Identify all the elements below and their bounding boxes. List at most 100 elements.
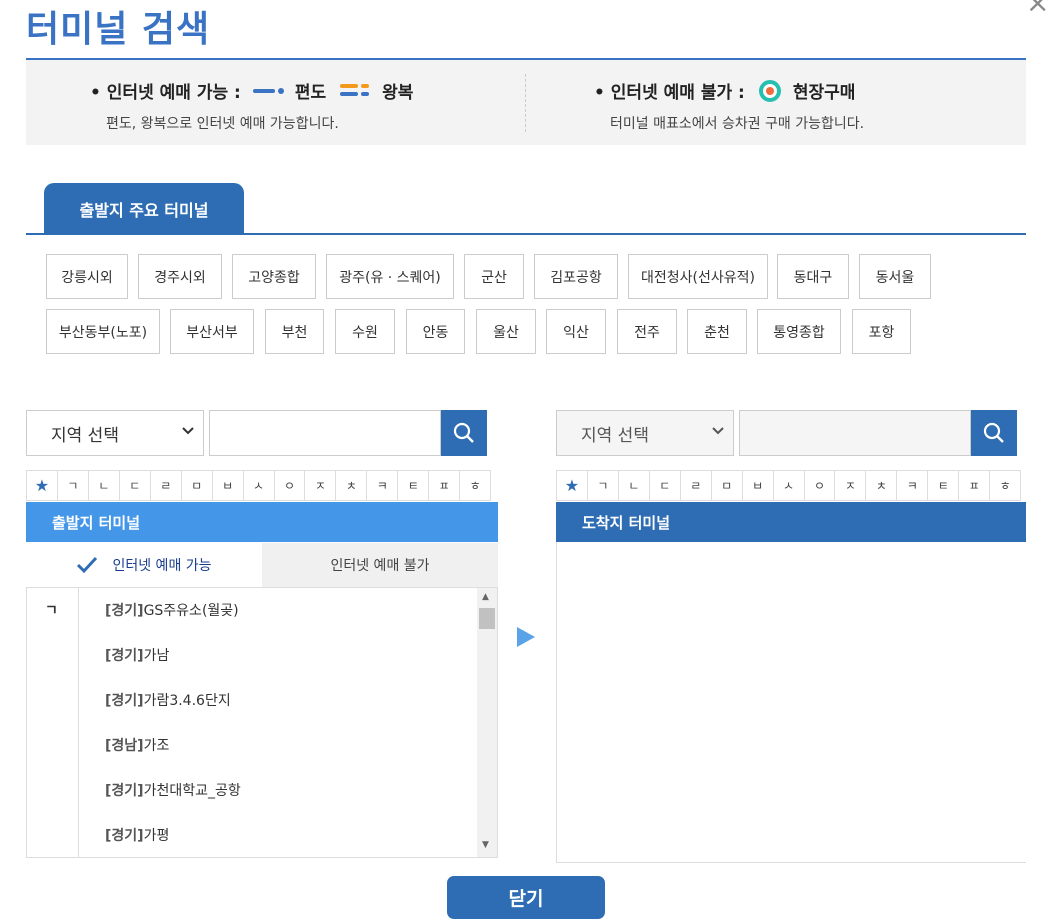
terminal-chip[interactable]: 안동	[406, 309, 465, 354]
consonant-filter[interactable]: ㄹ	[151, 471, 182, 500]
arrival-consonant-filter: ★ ㄱ ㄴ ㄷ ㄹ ㅁ ㅂ ㅅ ㅇ ㅈ ㅊ ㅋ ㅌ ㅍ ㅎ	[556, 470, 1021, 501]
legend-divider	[525, 74, 526, 132]
consonant-filter[interactable]: ㅋ	[367, 471, 399, 500]
page-title: 터미널 검색	[26, 9, 211, 50]
terminal-chip[interactable]: 강릉시외	[46, 254, 128, 299]
list-item[interactable]: [경기]가남	[105, 645, 169, 665]
item-name: 가평	[143, 828, 170, 844]
terminal-chip[interactable]: 부천	[265, 309, 324, 354]
star-icon[interactable]: ★	[27, 471, 58, 500]
item-region: [경기]	[105, 828, 144, 844]
online-desc: 편도, 왕복으로 인터넷 예매 가능합니다.	[106, 116, 339, 132]
item-region: [경기]	[105, 693, 144, 709]
spot-label: 현장구매	[792, 83, 856, 103]
consonant-filter[interactable]: ㅅ	[774, 471, 805, 500]
booking-type-tabs: 인터넷 예매 가능 인터넷 예매 불가	[26, 543, 498, 588]
tab-bar: 출발지 주요 터미널	[26, 183, 1026, 235]
close-icon[interactable]: ×	[1026, 0, 1049, 19]
search-button[interactable]	[441, 410, 487, 456]
consonant-filter[interactable]: ㅇ	[275, 471, 306, 500]
list-item[interactable]: [경기]가람3.4.6단지	[105, 690, 231, 710]
terminal-chip[interactable]: 수원	[335, 309, 395, 354]
consonant-filter[interactable]: ㅍ	[429, 471, 461, 500]
scroll-up-icon[interactable]: ▲	[482, 592, 489, 602]
terminal-chip[interactable]: 춘천	[687, 309, 747, 354]
consonant-filter[interactable]: ㅌ	[398, 471, 430, 500]
consonant-filter[interactable]: ㅍ	[959, 471, 991, 500]
tab-online-booking[interactable]: 인터넷 예매 가능	[26, 543, 262, 587]
arrival-search-input[interactable]	[739, 410, 971, 456]
consonant-filter[interactable]: ㅅ	[244, 471, 275, 500]
terminal-chip[interactable]: 부산동부(노포)	[46, 309, 160, 354]
list-scrollbar[interactable]: ▲ ▼	[477, 588, 497, 857]
chevron-down-icon	[181, 423, 195, 441]
arrival-pane-header: 도착지 터미널	[556, 502, 1026, 542]
search-icon	[983, 422, 1004, 443]
consonant-filter[interactable]: ㅁ	[712, 471, 743, 500]
departure-search-input[interactable]	[209, 410, 441, 456]
tab-departure-major[interactable]: 출발지 주요 터미널	[44, 183, 244, 235]
chevron-down-icon	[711, 423, 725, 441]
terminal-chip[interactable]: 군산	[464, 254, 524, 299]
consonant-filter[interactable]: ㅌ	[928, 471, 960, 500]
consonant-filter[interactable]: ㄷ	[120, 471, 151, 500]
consonant-filter[interactable]: ㅈ	[835, 471, 867, 500]
consonant-filter[interactable]: ㅊ	[336, 471, 368, 500]
check-icon	[77, 556, 98, 574]
offline-desc: 터미널 매표소에서 승차권 구매 가능합니다.	[610, 116, 865, 132]
item-name: 가람3.4.6단지	[143, 693, 231, 709]
terminal-chip[interactable]: 부산서부	[170, 309, 254, 354]
consonant-filter[interactable]: ㅂ	[213, 471, 244, 500]
terminal-chip[interactable]: 광주(유 · 스퀘어)	[326, 254, 454, 299]
offline-label: • 인터넷 예매 불가 :	[594, 83, 745, 103]
close-button[interactable]: 닫기	[447, 876, 605, 919]
list-item[interactable]: [경기]GS주유소(월곶)	[105, 600, 239, 620]
consonant-filter[interactable]: ㅈ	[305, 471, 337, 500]
round-label: 왕복	[382, 83, 414, 103]
list-item[interactable]: [경남]가조	[105, 735, 169, 755]
item-region: [경남]	[105, 738, 144, 754]
terminal-chip[interactable]: 통영종합	[757, 309, 841, 354]
terminal-chip[interactable]: 울산	[476, 309, 536, 354]
scroll-down-icon[interactable]: ▼	[482, 840, 489, 850]
consonant-filter[interactable]: ㄴ	[89, 471, 120, 500]
terminal-chip[interactable]: 동서울	[859, 254, 931, 299]
consonant-filter[interactable]: ㄱ	[58, 471, 89, 500]
terminal-chip[interactable]: 경주시외	[138, 254, 222, 299]
item-region: [경기]	[105, 783, 144, 799]
tab-offline-booking[interactable]: 인터넷 예매 불가	[262, 543, 498, 587]
triangle-right-icon	[517, 627, 535, 647]
consonant-filter[interactable]: ㅎ	[990, 471, 1020, 500]
terminal-chip[interactable]: 포항	[852, 309, 911, 354]
departure-region-select[interactable]: 지역 선택	[26, 410, 204, 456]
consonant-filter[interactable]: ㅂ	[743, 471, 774, 500]
terminal-chip[interactable]: 대전청사(선사유적)	[628, 254, 768, 299]
consonant-filter[interactable]: ㅎ	[460, 471, 490, 500]
star-icon[interactable]: ★	[557, 471, 588, 500]
terminal-chip[interactable]: 김포공항	[534, 254, 618, 299]
item-name: 가조	[143, 738, 170, 754]
consonant-filter[interactable]: ㄷ	[650, 471, 681, 500]
list-item[interactable]: [경기]가평	[105, 825, 169, 845]
consonant-filter[interactable]: ㅋ	[897, 471, 929, 500]
search-button[interactable]	[971, 410, 1017, 456]
consonant-filter[interactable]: ㄴ	[619, 471, 650, 500]
list-item[interactable]: [경기]가천대학교_공항	[105, 780, 241, 800]
consonant-filter[interactable]: ㅁ	[182, 471, 213, 500]
scrollbar-thumb[interactable]	[479, 608, 495, 629]
tab-online-label: 인터넷 예매 가능	[112, 558, 212, 574]
terminal-chip[interactable]: 고양종합	[232, 254, 316, 299]
consonant-filter[interactable]: ㄱ	[588, 471, 619, 500]
terminal-chip[interactable]: 전주	[617, 309, 677, 354]
departure-consonant-filter: ★ ㄱ ㄴ ㄷ ㄹ ㅁ ㅂ ㅅ ㅇ ㅈ ㅊ ㅋ ㅌ ㅍ ㅎ	[26, 470, 491, 501]
item-name: 가천대학교_공항	[143, 783, 241, 799]
consonant-filter[interactable]: ㅇ	[805, 471, 836, 500]
terminal-chip[interactable]: 익산	[546, 309, 606, 354]
tab-offline-label: 인터넷 예매 불가	[330, 558, 430, 574]
oneway-icon	[252, 85, 285, 97]
consonant-filter[interactable]: ㅊ	[866, 471, 898, 500]
arrival-region-select[interactable]: 지역 선택	[556, 410, 734, 456]
terminal-chip[interactable]: 동대구	[777, 254, 849, 299]
roundtrip-icon	[340, 82, 370, 100]
consonant-filter[interactable]: ㄹ	[681, 471, 712, 500]
